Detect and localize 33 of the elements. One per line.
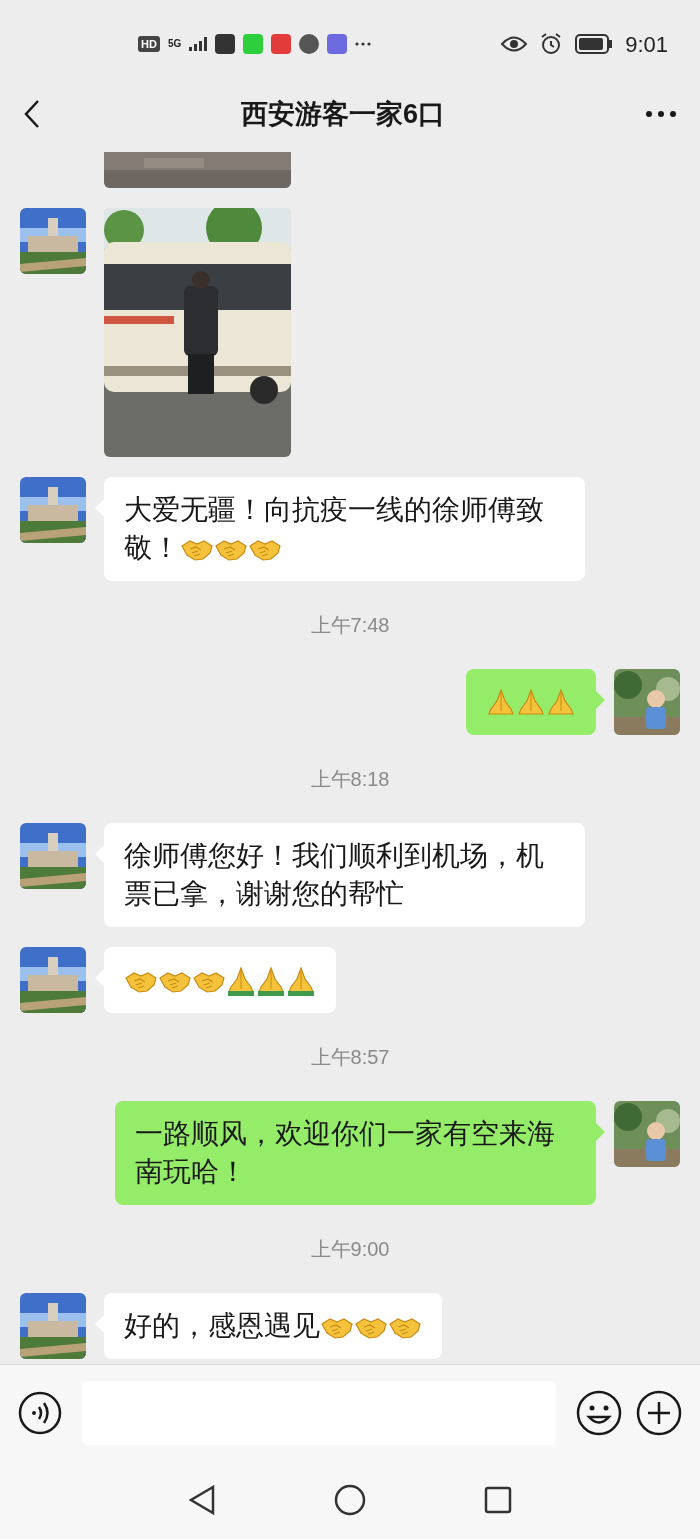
eye-icon: [501, 35, 528, 53]
message-bubble[interactable]: 一路顺风，欢迎你们一家有空来海南玩哈！: [115, 1101, 596, 1205]
praying-hands-icon: [287, 966, 315, 997]
app-icon: [299, 34, 320, 54]
emoji-icon[interactable]: [576, 1389, 622, 1436]
message-bubble[interactable]: 大爱无疆！向抗疫一线的徐师傅致敬！: [104, 477, 585, 581]
recents-icon[interactable]: [484, 1485, 512, 1514]
signal-icon: [189, 37, 208, 51]
plus-icon[interactable]: [636, 1389, 682, 1436]
chat-title: 西安游客一家6口: [241, 97, 445, 131]
timestamp: 上午8:57: [310, 1045, 390, 1069]
timestamp: 上午7:48: [310, 613, 390, 637]
more-icon: [355, 42, 372, 46]
message-bubble[interactable]: 徐师傅您好！我们顺利到机场，机票已拿，谢谢您的帮忙: [104, 823, 585, 927]
back-icon[interactable]: [188, 1484, 216, 1515]
praying-hands-icon: [257, 966, 285, 997]
hd-badge: HD: [138, 36, 160, 52]
app-icon: [215, 34, 236, 54]
timestamp: 上午9:00: [310, 1237, 390, 1261]
more-icon[interactable]: [646, 111, 676, 117]
app-icon: [271, 34, 292, 54]
app-icon: [327, 34, 348, 54]
praying-hands-icon: [227, 966, 255, 997]
clock: 9:01: [625, 30, 668, 59]
app-icon: [243, 34, 264, 54]
network-label: 5G: [167, 38, 182, 50]
home-icon[interactable]: [334, 1483, 366, 1516]
battery-icon: [575, 34, 614, 54]
message-bubble[interactable]: [104, 947, 336, 1013]
back-icon[interactable]: [24, 99, 40, 129]
voice-icon[interactable]: [18, 1390, 62, 1435]
timestamp: 上午8:18: [310, 767, 390, 791]
message-bubble[interactable]: 好的，感恩遇见: [104, 1293, 442, 1359]
